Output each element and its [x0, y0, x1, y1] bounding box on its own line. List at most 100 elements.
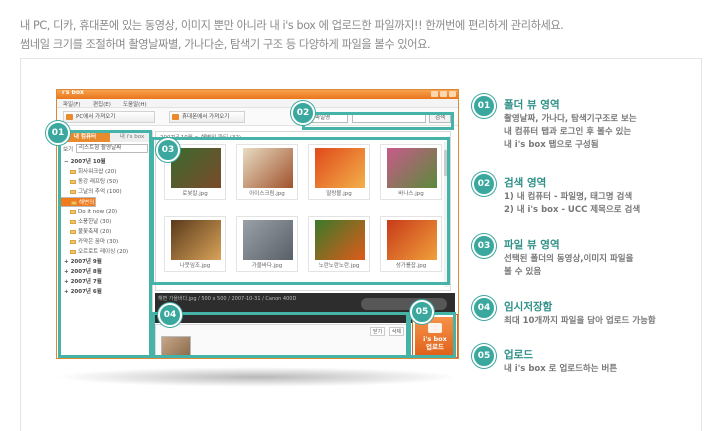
minimize-button[interactable]: [431, 91, 438, 97]
folder-icon: [70, 219, 76, 224]
thumbnail-image: [171, 220, 221, 260]
thumbnail-item[interactable]: 나뭇잎조.jpg: [164, 216, 226, 272]
folder-icon: [70, 249, 76, 254]
thumbnail-item[interactable]: 가을바다.jpg: [236, 216, 298, 272]
file-view-pane: 2007년 10월 > 해변의 파티 (32) 로봇칼.jpg 아이스크림.jpg…: [155, 131, 451, 291]
collapse-icon[interactable]: −: [64, 159, 69, 165]
scroll-thumb[interactable]: [444, 150, 449, 176]
menu-help[interactable]: 도움말(H): [123, 100, 147, 108]
folder-icon: [70, 189, 76, 194]
temp-thumbnail[interactable]: [161, 336, 191, 357]
file-view-scrollbar[interactable]: [444, 142, 449, 287]
menu-edit[interactable]: 편집(E): [93, 100, 111, 108]
app-shadow: [55, 367, 460, 387]
player-controls[interactable]: [361, 298, 447, 310]
expand-icon[interactable]: +: [64, 289, 69, 295]
tree-node-label: 카약은 꿈마 (30): [78, 239, 119, 245]
tree-year-node[interactable]: +2007년 9월: [60, 257, 152, 267]
view-select[interactable]: 리스트형 촬영날짜: [76, 144, 148, 153]
tree-folder-node[interactable]: 오르로트 레이싱 (20): [60, 247, 152, 257]
thumbnail-item[interactable]: 성가를잡.jpg: [380, 216, 442, 272]
close-button[interactable]: [449, 91, 456, 97]
legend-title: 임시저장함: [504, 301, 553, 313]
legend-badge: 05: [472, 344, 496, 368]
thumbnail-caption: 노란노란노란.jpg: [318, 263, 360, 269]
tree-folder-node[interactable]: 불꽃축제 (20): [60, 227, 152, 237]
callout-04: 04: [158, 303, 182, 327]
tab-my-isbox[interactable]: 내 i's box: [110, 132, 152, 142]
tree-node-label: Do it now (20): [78, 209, 118, 215]
app-title: i's box: [62, 89, 84, 96]
thumbnail-caption: 로봇칼.jpg: [182, 191, 208, 197]
legend-title: 폴더 뷰 영역: [504, 99, 560, 111]
folder-icon: [70, 169, 76, 174]
tree-year-node[interactable]: +2007년 8월: [60, 267, 152, 277]
tree-year-node[interactable]: −2007년 10월: [60, 157, 152, 167]
thumbnail-caption: 딸랑볼.jpg: [326, 191, 352, 197]
folder-view-pane: 내 컴퓨터 내 i's box 보기 리스트형 촬영날짜 −2007년 10월회…: [59, 131, 153, 356]
menu-bar: 파일(F) 편집(E) 도움말(H): [57, 99, 458, 108]
folder-tree: −2007년 10월회사워크샵 (20) 동강 래프팅 (50) 그날의 추억 (1…: [60, 157, 152, 297]
tree-folder-node[interactable]: 카약은 꿈마 (30): [60, 237, 152, 247]
legend-desc: 최대 10개까지 파일을 담아 업로드 가능함: [504, 316, 656, 326]
tree-year-node[interactable]: +2007년 7월: [60, 277, 152, 287]
folder-icon: [70, 229, 76, 234]
tree-node-label: 2007년 6월: [70, 289, 102, 295]
callout-01: 01: [46, 121, 70, 145]
temp-close-button[interactable]: 닫기: [370, 327, 386, 336]
thumbnail-image: [387, 220, 437, 260]
legend-badge: 04: [472, 296, 496, 320]
folder-icon: [70, 209, 76, 214]
title-bar: i's box: [57, 90, 458, 99]
thumbnail-item[interactable]: 아이스크림.jpg: [236, 144, 298, 200]
maximize-button[interactable]: [440, 91, 447, 97]
tree-node-label: 해변의 파티 (32): [79, 200, 120, 206]
tree-folder-node[interactable]: 소풍한날 (30): [60, 217, 152, 227]
thumbnail-caption: 성가를잡.jpg: [395, 263, 427, 269]
thumbnail-image: [243, 220, 293, 260]
tree-node-label: 2007년 10월: [70, 159, 106, 165]
legend-badge: 01: [472, 94, 496, 118]
folder-tabs: 내 컴퓨터 내 i's box: [60, 132, 152, 142]
preview-info: 해변 가을바다.jpg / 500 x 500 / 2007-10-31 / C…: [158, 296, 297, 302]
thumbnail-item[interactable]: 딸랑볼.jpg: [308, 144, 370, 200]
pc-icon: [66, 114, 73, 120]
tree-node-label: 소풍한날 (30): [78, 219, 112, 225]
thumbnail-item[interactable]: 노란노란노란.jpg: [308, 216, 370, 272]
legend-title: 파일 뷰 영역: [504, 239, 560, 251]
legend-badge: 03: [472, 234, 496, 258]
tree-node-label: 2007년 7월: [70, 279, 102, 285]
menu-file[interactable]: 파일(F): [63, 100, 81, 108]
phone-import-button[interactable]: 휴대폰에서 가져오기: [169, 111, 245, 123]
thumbnail-caption: 가을바다.jpg: [251, 263, 283, 269]
expand-icon[interactable]: +: [64, 279, 69, 285]
search-input[interactable]: [352, 113, 426, 123]
expand-icon[interactable]: +: [64, 269, 69, 275]
tree-node-label: 동강 래프팅 (50): [78, 179, 119, 185]
view-label: 보기: [63, 147, 74, 153]
temp-buttons: 닫기 삭제: [368, 327, 404, 336]
tree-folder-node[interactable]: 그날의 추억 (100): [60, 187, 152, 197]
temp-storage: 닫기 삭제: [155, 324, 408, 358]
temp-delete-button[interactable]: 삭제: [388, 327, 404, 336]
legend-desc: 선택된 폴더의 동영상,이미지 파일을 볼 수 있음: [504, 254, 634, 277]
tree-folder-node[interactable]: 동강 래프팅 (50): [60, 177, 152, 187]
pc-import-button[interactable]: PC에서 가져오기: [63, 111, 155, 123]
tree-folder-node[interactable]: 회사워크샵 (20): [60, 167, 152, 177]
folder-icon: [70, 239, 76, 244]
tree-folder-node[interactable]: 해변의 파티 (32): [60, 197, 119, 207]
search-button[interactable]: 검색: [429, 113, 451, 123]
search-type-select[interactable]: 파일명: [312, 113, 348, 123]
intro-text: 내 PC, 디카, 휴대폰에 있는 동영상, 이미지 뿐만 아니라 내 i's …: [20, 16, 720, 54]
tree-year-node[interactable]: +2007년 6월: [60, 287, 152, 297]
expand-icon[interactable]: +: [64, 259, 69, 265]
tree-folder-node[interactable]: Do it now (20): [60, 207, 152, 217]
intro-line-2: 썸네일 크기를 조절하며 촬영날짜별, 가나다순, 탐색기 구조 등 다양하게 …: [20, 38, 431, 51]
tree-node-label: 회사워크샵 (20): [78, 169, 117, 175]
intro-line-1: 내 PC, 디카, 휴대폰에 있는 동영상, 이미지 뿐만 아니라 내 i's …: [20, 19, 564, 32]
thumbnail-caption: 아이스크림.jpg: [249, 191, 285, 197]
phone-icon: [172, 114, 179, 120]
thumbnail-item[interactable]: 바나스.jpg: [380, 144, 442, 200]
thumbnail-caption: 나뭇잎조.jpg: [179, 263, 211, 269]
legend-title: 검색 영역: [504, 177, 547, 189]
